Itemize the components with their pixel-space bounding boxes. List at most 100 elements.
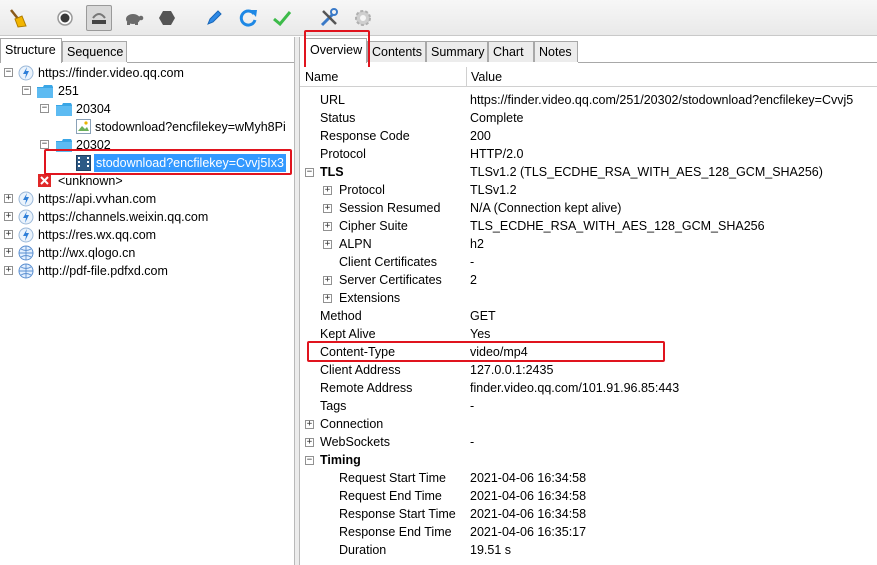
- expand-toggle[interactable]: +: [323, 186, 332, 195]
- property-value: 2: [470, 273, 477, 287]
- collapse-toggle[interactable]: −: [305, 168, 314, 177]
- property-name: Request End Time: [339, 489, 442, 503]
- tab-summary[interactable]: Summary: [426, 41, 488, 62]
- property-value: -: [470, 399, 475, 413]
- collapse-toggle[interactable]: −: [40, 140, 49, 149]
- tab-divider: [578, 62, 877, 63]
- property-row[interactable]: Tags -: [300, 397, 877, 415]
- property-value: N/A (Connection kept alive): [470, 201, 622, 215]
- property-value: 2021-04-06 16:34:58: [470, 507, 587, 521]
- refresh-icon[interactable]: [235, 5, 261, 31]
- expand-toggle[interactable]: +: [323, 240, 332, 249]
- property-value: h2: [470, 237, 484, 251]
- property-row[interactable]: + Extensions: [300, 289, 877, 307]
- property-name: Cipher Suite: [339, 219, 408, 233]
- property-row[interactable]: Request End Time 2021-04-06 16:34:58: [300, 487, 877, 505]
- property-row[interactable]: Client Certificates -: [300, 253, 877, 271]
- property-value: 2021-04-06 16:35:17: [470, 525, 587, 539]
- property-row-content-type[interactable]: Content-Type video/mp4: [300, 343, 877, 361]
- stop-icon[interactable]: [154, 5, 180, 31]
- tree-row-folder-251[interactable]: − 251: [0, 82, 294, 100]
- collapse-toggle[interactable]: −: [40, 104, 49, 113]
- collapse-toggle[interactable]: −: [22, 86, 31, 95]
- tab-notes[interactable]: Notes: [534, 41, 578, 62]
- detail-panel: Overview Contents Summary Chart Notes Na…: [300, 30, 877, 565]
- property-row[interactable]: + Session Resumed N/A (Connection kept a…: [300, 199, 877, 217]
- expand-toggle[interactable]: +: [305, 438, 314, 447]
- expand-toggle[interactable]: +: [323, 276, 332, 285]
- tree-row-request-video-selected[interactable]: stodownload?encfilekey=Cvvj5Ix3: [0, 154, 294, 172]
- property-row[interactable]: URL https://finder.video.qq.com/251/2030…: [300, 91, 877, 109]
- expand-toggle[interactable]: +: [4, 248, 13, 257]
- property-name: Response Code: [320, 129, 410, 143]
- property-name: Request Start Time: [339, 471, 446, 485]
- property-row[interactable]: Kept Alive Yes: [300, 325, 877, 343]
- tree-row-host[interactable]: + http://pdf-file.pdfxd.com: [0, 262, 294, 280]
- broom-icon[interactable]: [4, 5, 30, 31]
- tree-row-host[interactable]: + https://channels.weixin.qq.com: [0, 208, 294, 226]
- column-name-header[interactable]: Name: [305, 70, 338, 84]
- property-row[interactable]: + WebSockets -: [300, 433, 877, 451]
- tree-label: http://pdf-file.pdfxd.com: [38, 264, 168, 278]
- expand-toggle[interactable]: +: [4, 230, 13, 239]
- tab-overview[interactable]: Overview: [305, 38, 367, 63]
- tab-chart[interactable]: Chart: [488, 41, 534, 62]
- property-row[interactable]: Protocol HTTP/2.0: [300, 145, 877, 163]
- property-row[interactable]: + Protocol TLSv1.2: [300, 181, 877, 199]
- tree-row-host[interactable]: + https://api.vvhan.com: [0, 190, 294, 208]
- property-row[interactable]: + Cipher Suite TLS_ECDHE_RSA_WITH_AES_12…: [300, 217, 877, 235]
- property-name: Client Address: [320, 363, 401, 377]
- property-row[interactable]: Remote Address finder.video.qq.com/101.9…: [300, 379, 877, 397]
- property-row[interactable]: + Connection: [300, 415, 877, 433]
- property-row[interactable]: Response End Time 2021-04-06 16:35:17: [300, 523, 877, 541]
- tree-row-folder-20304[interactable]: − 20304: [0, 100, 294, 118]
- tree-row-host[interactable]: + https://res.wx.qq.com: [0, 226, 294, 244]
- expand-toggle[interactable]: +: [4, 266, 13, 275]
- property-row[interactable]: Method GET: [300, 307, 877, 325]
- tree-row-host-finder[interactable]: − https://finder.video.qq.com: [0, 64, 294, 82]
- property-row[interactable]: Response Code 200: [300, 127, 877, 145]
- tab-divider: [127, 62, 294, 63]
- property-value: TLS_ECDHE_RSA_WITH_AES_128_GCM_SHA256: [470, 219, 765, 233]
- property-name: Tags: [320, 399, 347, 413]
- expand-toggle[interactable]: +: [4, 194, 13, 203]
- tree-row-unknown[interactable]: <unknown>: [0, 172, 294, 190]
- tab-sequence[interactable]: Sequence: [62, 41, 127, 62]
- turtle-icon[interactable]: [120, 5, 146, 31]
- expand-toggle[interactable]: +: [323, 294, 332, 303]
- property-row[interactable]: Response Start Time 2021-04-06 16:34:58: [300, 505, 877, 523]
- property-row[interactable]: + ALPN h2: [300, 235, 877, 253]
- record-icon[interactable]: [52, 5, 78, 31]
- property-row[interactable]: + Server Certificates 2: [300, 271, 877, 289]
- collapse-toggle[interactable]: −: [4, 68, 13, 77]
- tree-row-folder-20302[interactable]: − 20302: [0, 136, 294, 154]
- check-icon[interactable]: [269, 5, 295, 31]
- expand-toggle[interactable]: +: [323, 222, 332, 231]
- tree-row-request-image[interactable]: stodownload?encfilekey=wMyh8Pi: [0, 118, 294, 136]
- tree-label: stodownload?encfilekey=Cvvj5Ix3: [94, 154, 286, 172]
- settings-icon[interactable]: [350, 5, 376, 31]
- property-group-tls[interactable]: − TLS TLSv1.2 (TLS_ECDHE_RSA_WITH_AES_12…: [300, 163, 877, 181]
- throttle-icon[interactable]: [86, 5, 112, 31]
- tools-icon[interactable]: [316, 5, 342, 31]
- property-row[interactable]: Status Complete: [300, 109, 877, 127]
- property-value: Yes: [470, 327, 491, 341]
- property-row[interactable]: Duration 19.51 s: [300, 541, 877, 559]
- property-name: Content-Type: [320, 345, 396, 359]
- expand-toggle[interactable]: +: [4, 212, 13, 221]
- tab-structure[interactable]: Structure: [0, 38, 62, 63]
- tree-row-host[interactable]: + http://wx.qlogo.cn: [0, 244, 294, 262]
- property-row[interactable]: Client Address 127.0.0.1:2435: [300, 361, 877, 379]
- property-value: TLSv1.2 (TLS_ECDHE_RSA_WITH_AES_128_GCM_…: [470, 165, 823, 179]
- expand-toggle[interactable]: +: [305, 420, 314, 429]
- property-name: Status: [320, 111, 356, 125]
- property-row[interactable]: Request Start Time 2021-04-06 16:34:58: [300, 469, 877, 487]
- column-value-header[interactable]: Value: [471, 70, 502, 84]
- collapse-toggle[interactable]: −: [305, 456, 314, 465]
- pen-icon[interactable]: [201, 5, 227, 31]
- expand-toggle[interactable]: +: [323, 204, 332, 213]
- tab-contents[interactable]: Contents: [367, 41, 426, 62]
- column-separator[interactable]: [466, 67, 467, 87]
- property-group-timing[interactable]: − Timing: [300, 451, 877, 469]
- structure-panel: Structure Sequence − https://finder.vide…: [0, 37, 294, 565]
